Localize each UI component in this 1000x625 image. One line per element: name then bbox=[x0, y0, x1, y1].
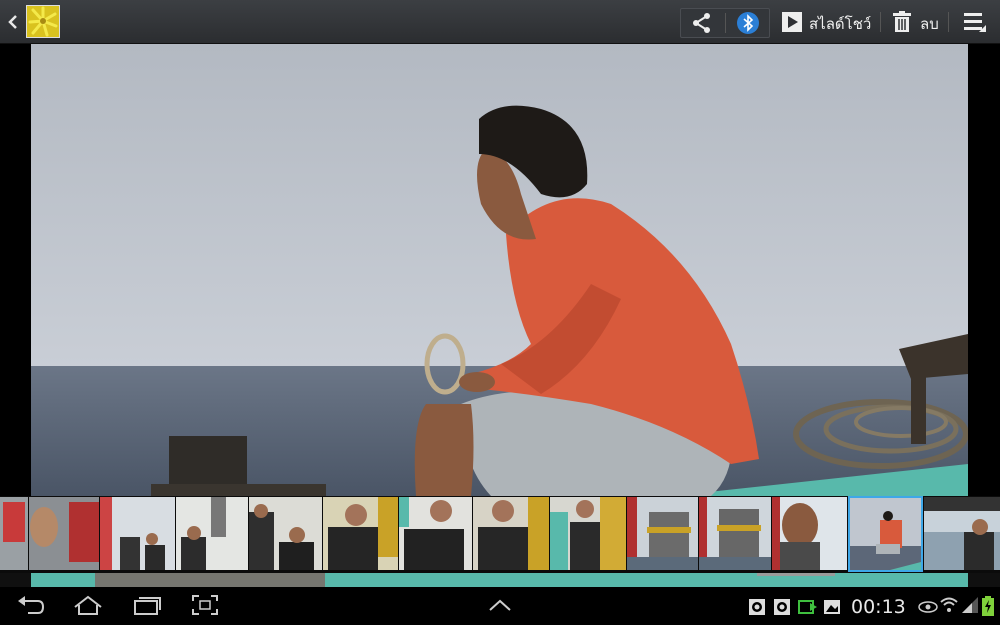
bluetooth-icon[interactable] bbox=[736, 11, 760, 39]
recent-apps-icon[interactable] bbox=[133, 595, 161, 619]
signal-icon bbox=[962, 597, 978, 617]
filmstrip-thumbnail[interactable] bbox=[249, 497, 322, 570]
back-icon[interactable] bbox=[6, 12, 22, 32]
filmstrip-thumbnail-selected[interactable] bbox=[848, 496, 923, 572]
trash-icon[interactable] bbox=[893, 11, 911, 36]
home-icon[interactable] bbox=[73, 595, 103, 619]
up-chevron-icon[interactable] bbox=[488, 597, 512, 616]
filmstrip-thumbnail[interactable] bbox=[323, 497, 398, 570]
filmstrip-thumbnail[interactable] bbox=[772, 497, 847, 570]
filmstrip[interactable] bbox=[0, 496, 1000, 573]
filmstrip-background bbox=[95, 573, 325, 587]
filmstrip-thumbnail[interactable] bbox=[627, 497, 698, 570]
delete-button[interactable]: ลบ bbox=[920, 12, 939, 36]
battery-icon bbox=[982, 596, 994, 620]
screenshot-icon[interactable] bbox=[192, 595, 218, 619]
menu-icon[interactable] bbox=[964, 12, 986, 36]
eye-icon bbox=[918, 599, 938, 618]
filmstrip-thumbnail[interactable] bbox=[699, 497, 771, 570]
separator bbox=[948, 12, 949, 32]
album-thumbnail[interactable] bbox=[26, 5, 60, 38]
system-navigation-bar bbox=[0, 587, 1000, 625]
wifi-icon bbox=[940, 597, 958, 617]
separator bbox=[725, 13, 726, 33]
filmstrip-thumbnail[interactable] bbox=[100, 497, 175, 570]
gallery-notification-icon bbox=[823, 598, 841, 620]
filmstrip-thumbnail[interactable] bbox=[399, 497, 472, 570]
filmstrip-footer bbox=[0, 573, 1000, 587]
status-clock: 00:13 bbox=[851, 596, 906, 618]
action-bar: สไลด์โชว์ ลบ bbox=[0, 0, 1000, 44]
filmstrip-scroll-indicator[interactable] bbox=[757, 573, 835, 576]
record-notification-icon bbox=[748, 598, 766, 620]
sync-notification-icon bbox=[798, 598, 818, 620]
share-icon[interactable] bbox=[691, 12, 713, 38]
filmstrip-thumbnail[interactable] bbox=[176, 497, 248, 570]
filmstrip-thumbnail[interactable] bbox=[29, 497, 99, 570]
share-group bbox=[680, 8, 770, 38]
main-photo[interactable] bbox=[31, 44, 968, 496]
filmstrip-thumbnail[interactable] bbox=[924, 497, 1000, 570]
record-notification-icon bbox=[773, 598, 791, 620]
slideshow-button[interactable]: สไลด์โชว์ bbox=[809, 12, 871, 36]
separator bbox=[880, 12, 881, 32]
filmstrip-thumbnail[interactable] bbox=[550, 497, 626, 570]
slideshow-play-icon[interactable] bbox=[782, 12, 802, 36]
filmstrip-thumbnail[interactable] bbox=[473, 497, 549, 570]
filmstrip-thumbnail[interactable] bbox=[0, 497, 28, 570]
nav-back-icon[interactable] bbox=[18, 595, 45, 619]
